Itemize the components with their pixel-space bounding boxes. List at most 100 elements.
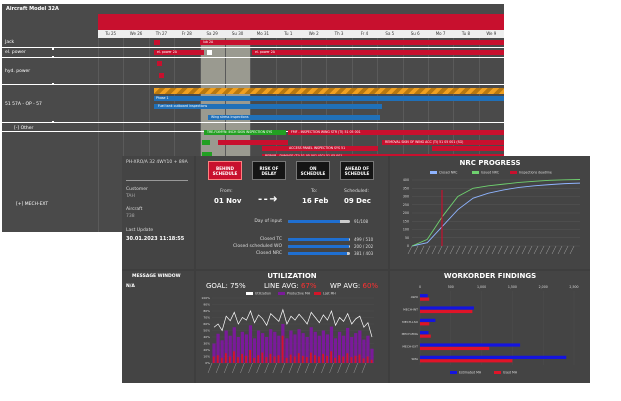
util-lost-bar	[245, 355, 248, 363]
util-x-tick	[329, 362, 334, 374]
util-lost-bar	[233, 351, 235, 363]
divider	[126, 180, 188, 181]
findings-legend-label: Estimated MH	[459, 371, 482, 375]
util-x-tick	[280, 362, 286, 374]
util-x-tick	[345, 362, 350, 374]
last-update-label: Last Update	[126, 228, 154, 233]
nrc-x-tick	[545, 245, 551, 255]
util-lost-bar	[354, 355, 357, 363]
nrc-legend-swatch	[510, 171, 517, 174]
gantt-bar-label: Phase 1	[156, 96, 169, 100]
nrc-x-tick	[431, 245, 437, 255]
util-legend-label: Utilization	[255, 292, 271, 296]
nrc-x-tick	[443, 245, 449, 255]
util-lost-bar	[346, 353, 349, 363]
gantt-phase-bar[interactable]	[154, 88, 504, 94]
row-label-op[interactable]: 51 57A - OP - 57	[5, 102, 42, 107]
progress-label: Closed scheduled WO	[233, 244, 282, 249]
gantt-bar[interactable]	[157, 61, 162, 66]
gantt-bar[interactable]	[432, 146, 504, 151]
nrc-x-tick	[527, 245, 533, 255]
util-x-tick	[224, 362, 229, 374]
row-label-mech-ext[interactable]: [+] MECH-EXT	[16, 202, 48, 207]
gantt-milestone[interactable]	[207, 50, 212, 55]
progress-value: 381 / 403	[354, 251, 374, 256]
aircraft-label: Aircraft	[126, 207, 143, 212]
nrc-x-tick	[521, 245, 527, 255]
nrc-legend-swatch	[430, 171, 437, 174]
workorder-findings-panel: WORKORDER FINDINGS 0 500 1,000 1,500 2,000 2,…	[390, 271, 590, 383]
gantt-bar[interactable]	[154, 40, 160, 45]
findings-legend-label: Used MH	[503, 371, 518, 375]
progress-value: 91/108	[354, 219, 369, 224]
scheduled-label: Scheduled:	[344, 189, 370, 194]
gantt-date-label: Th 27	[155, 31, 168, 36]
util-x-tick	[264, 362, 269, 374]
message-window-panel: MESSAGE WINDOW N/A	[122, 271, 194, 383]
gantt-bar-label: el. power 2A	[157, 50, 177, 54]
findings-category-label: AWO	[411, 295, 419, 299]
row-label-jack[interactable]: Jack	[5, 40, 14, 45]
nrc-x-tick	[455, 245, 461, 255]
util-lost-bar	[322, 353, 324, 363]
util-y-tick-label: 90%	[203, 303, 210, 307]
ahead-of-schedule-button[interactable]: AHEAD OF SCHEDULE	[340, 161, 374, 180]
findings-bar	[420, 294, 428, 298]
row-separator	[2, 47, 504, 48]
gantt-bar[interactable]	[159, 73, 164, 78]
util-legend-swatch	[278, 292, 285, 295]
util-lost-bar	[297, 353, 300, 363]
row-label-el-power[interactable]: el. power	[5, 50, 26, 55]
gantt-column-line	[98, 38, 99, 232]
progress-value: 200 / 202	[354, 244, 374, 249]
util-lost-bar	[338, 355, 341, 363]
progress-bar	[288, 238, 350, 241]
nrc-x-tick	[467, 245, 473, 255]
util-lost-bar	[330, 351, 333, 363]
gantt-bar-label: Wing stress inspections	[211, 115, 249, 119]
util-lost-bar	[269, 353, 272, 363]
gantt-date-label: Tu 8	[461, 31, 471, 36]
util-lost-bar	[370, 359, 373, 363]
row-handle[interactable]	[52, 48, 54, 50]
aircraft-line: PH-XRO/A 32 4WY10 + 89A	[126, 160, 188, 165]
row-handle[interactable]	[52, 83, 54, 85]
util-legend-label: Lost MH	[323, 292, 336, 296]
util-lost-bar	[334, 357, 337, 363]
util-lost-bar	[301, 355, 304, 363]
nrc-x-tick	[551, 245, 557, 255]
gantt-date-label: Sa 29	[206, 31, 218, 36]
gantt-bar[interactable]	[218, 140, 288, 145]
row-label-hyd-power[interactable]: hyd. power	[5, 69, 30, 74]
progress-label: Closed NRC	[256, 251, 282, 256]
gantt-date-label: Fr 4	[360, 31, 369, 36]
util-x-tick	[361, 362, 367, 374]
on-schedule-button[interactable]: ON SCHEDULE	[296, 161, 330, 180]
behind-schedule-button[interactable]: BEHIND SCHEDULE	[208, 161, 242, 180]
util-y-tick-label: 30%	[203, 342, 210, 346]
arrow-right-icon: - - ➜	[258, 194, 278, 205]
findings-legend-swatch	[450, 371, 457, 374]
row-handle[interactable]	[52, 56, 54, 58]
gantt-bar-label: Fuel tank outboard inspections	[158, 104, 208, 108]
findings-x-tick-label: 2,000	[539, 285, 548, 289]
row-handle[interactable]	[52, 121, 54, 123]
util-legend-label: Productive MH	[287, 292, 311, 296]
gantt-bar-label: FMF - INSPECTION WING STR (TI) 51 05 001	[291, 130, 361, 134]
nrc-x-tick	[497, 245, 503, 255]
risk-of-delay-button[interactable]: RISK OF DELAY	[252, 161, 286, 180]
progress-bar-fill	[288, 252, 347, 255]
nrc-legend-label: Closed NRC	[439, 171, 458, 175]
progress-bar-fill	[288, 245, 350, 248]
findings-category-label: MECH-LSO	[402, 320, 418, 324]
from-value: 01 Nov	[214, 197, 242, 205]
util-y-tick-label: 100%	[201, 296, 210, 300]
findings-bar	[420, 297, 430, 301]
nrc-y-tick-label: 100	[403, 228, 409, 232]
findings-bar	[420, 318, 436, 322]
findings-bar	[420, 359, 513, 363]
gantt-date-label: Th 3	[334, 31, 344, 36]
gantt-bar[interactable]	[202, 140, 210, 145]
util-lost-bar	[362, 358, 365, 363]
util-lost-bar	[293, 356, 296, 363]
